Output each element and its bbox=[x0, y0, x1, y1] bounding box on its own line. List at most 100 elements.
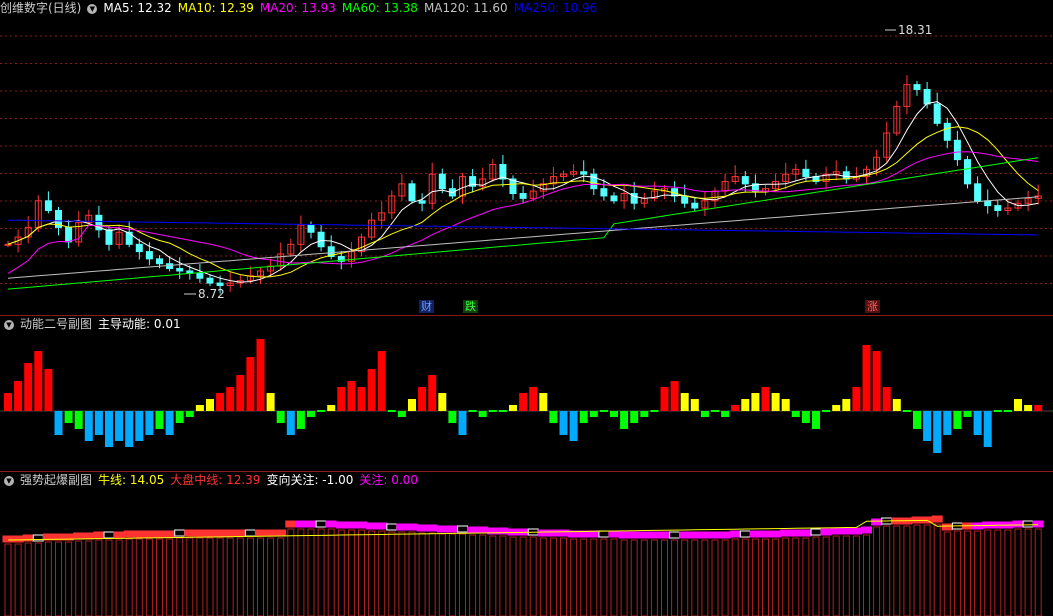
candle-body bbox=[307, 224, 315, 233]
candle-body bbox=[317, 231, 325, 248]
ma-legend-item: MA20: 13.93 bbox=[259, 1, 336, 15]
momentum-bar bbox=[529, 387, 538, 411]
breakout-box bbox=[547, 529, 559, 537]
momentum-bar bbox=[105, 411, 113, 447]
breakout-bar bbox=[721, 539, 729, 616]
momentum-bar bbox=[165, 411, 174, 435]
momentum-bar bbox=[175, 411, 184, 423]
breakout-bar bbox=[95, 539, 103, 616]
breakout-bar bbox=[883, 525, 891, 616]
momentum-bar bbox=[296, 411, 305, 429]
breakout-bar bbox=[913, 524, 921, 616]
momentum-bar bbox=[953, 411, 962, 429]
breakout-bar bbox=[327, 528, 335, 616]
breakout-box bbox=[477, 526, 489, 534]
breakout-bar bbox=[317, 528, 325, 616]
breakout-bar bbox=[691, 539, 699, 616]
breakout-bar bbox=[903, 525, 911, 616]
breakout-box bbox=[73, 532, 85, 540]
momentum-panel[interactable]: ▼ 动能二号副图 主导动能: 0.01 bbox=[0, 316, 1053, 471]
ma-legend-item: MA10: 12.39 bbox=[177, 1, 254, 15]
breakout-box bbox=[275, 529, 287, 537]
sub2-legend-item: 变向关注: -1.00 bbox=[266, 473, 354, 487]
breakout-bar bbox=[782, 537, 790, 616]
ma60-line bbox=[7, 157, 1039, 290]
breakout-bar bbox=[388, 531, 396, 616]
momentum-bar bbox=[660, 387, 669, 411]
momentum-chart[interactable] bbox=[0, 316, 1053, 471]
breakout-box bbox=[931, 515, 943, 523]
breakout-bar bbox=[55, 541, 62, 616]
breakout-bar bbox=[519, 536, 527, 616]
breakout-bar bbox=[448, 533, 456, 616]
breakout-bar bbox=[529, 536, 537, 616]
breakout-bar bbox=[438, 533, 446, 616]
momentum-bar bbox=[933, 411, 942, 453]
candle-body bbox=[964, 159, 971, 185]
breakout-bar bbox=[671, 539, 679, 616]
breakout-box bbox=[588, 530, 600, 538]
breakout-bar bbox=[267, 537, 275, 616]
breakout-bar bbox=[378, 530, 386, 616]
breakout-box bbox=[255, 529, 266, 537]
breakout-chart[interactable] bbox=[0, 472, 1053, 616]
ma-legend: MA5: 12.32 MA10: 12.39 MA20: 13.93 MA60: 13… bbox=[103, 1, 603, 15]
candle-body bbox=[913, 84, 921, 90]
momentum-bar bbox=[943, 411, 952, 435]
breakout-bar bbox=[539, 537, 547, 616]
kline-panel[interactable]: 创维数字(日线) ▼ MA5: 12.32 MA10: 12.39 MA20: 13.9… bbox=[0, 0, 1053, 316]
momentum-bar bbox=[549, 411, 558, 423]
breakout-bar bbox=[842, 535, 850, 616]
breakout-box bbox=[608, 530, 620, 538]
breakout-panel[interactable]: ▼ 强势起爆副图 牛线: 14.05 大盘中线: 12.39 变向关注: -1.00 关注… bbox=[0, 472, 1053, 616]
candle-body bbox=[65, 226, 73, 243]
candle-body bbox=[842, 171, 850, 180]
main-title: 创维数字(日线) bbox=[0, 1, 82, 15]
breakout-bar bbox=[549, 537, 557, 616]
breakout-box bbox=[719, 531, 731, 539]
momentum-bar bbox=[599, 410, 608, 412]
breakout-bar bbox=[893, 525, 901, 616]
kline-chart[interactable]: 18.31 8.72 bbox=[0, 0, 1053, 316]
breakout-box bbox=[154, 530, 165, 538]
breakout-box bbox=[467, 526, 479, 534]
breakout-bar bbox=[428, 532, 436, 616]
momentum-bar bbox=[1014, 399, 1022, 411]
breakout-box bbox=[426, 524, 438, 532]
breakout-bar bbox=[711, 539, 719, 616]
momentum-bar bbox=[902, 410, 911, 412]
momentum-bar bbox=[721, 411, 730, 417]
breakout-box bbox=[820, 528, 832, 536]
breakout-box bbox=[941, 523, 953, 531]
breakout-bar bbox=[156, 538, 163, 616]
breakout-bar bbox=[125, 538, 133, 616]
sub2-legend-item: 大盘中线: 12.39 bbox=[170, 473, 261, 487]
breakout-box bbox=[537, 529, 549, 537]
breakout-bar bbox=[751, 538, 759, 616]
main-header: 创维数字(日线) ▼ MA5: 12.32 MA10: 12.39 MA20: 13.9… bbox=[0, 0, 609, 16]
breakout-box bbox=[679, 531, 691, 539]
chevron-down-icon[interactable]: ▼ bbox=[4, 475, 14, 486]
breakout-box bbox=[749, 530, 761, 538]
chevron-down-icon[interactable]: ▼ bbox=[4, 319, 14, 330]
breakout-bar bbox=[822, 536, 830, 616]
chevron-down-icon[interactable]: ▼ bbox=[87, 3, 98, 14]
breakout-bar bbox=[368, 530, 376, 616]
sub2-title: 强势起爆副图 bbox=[20, 473, 93, 487]
breakout-box bbox=[335, 521, 347, 529]
breakout-bar bbox=[145, 538, 153, 616]
sub1-label: 主导动能: 0.01 bbox=[98, 317, 181, 331]
candle-body bbox=[953, 139, 961, 161]
breakout-bar bbox=[792, 537, 800, 616]
momentum-bar bbox=[963, 411, 972, 417]
momentum-bar bbox=[377, 351, 386, 411]
sub1-title: 动能二号副图 bbox=[20, 317, 93, 331]
momentum-bar bbox=[640, 411, 649, 417]
momentum-bar bbox=[751, 393, 760, 411]
momentum-bar bbox=[216, 393, 225, 411]
breakout-bar bbox=[1024, 528, 1032, 616]
breakout-bar bbox=[347, 529, 355, 616]
candle-body bbox=[974, 183, 982, 202]
breakout-box bbox=[325, 520, 337, 528]
candle-body bbox=[196, 272, 204, 279]
